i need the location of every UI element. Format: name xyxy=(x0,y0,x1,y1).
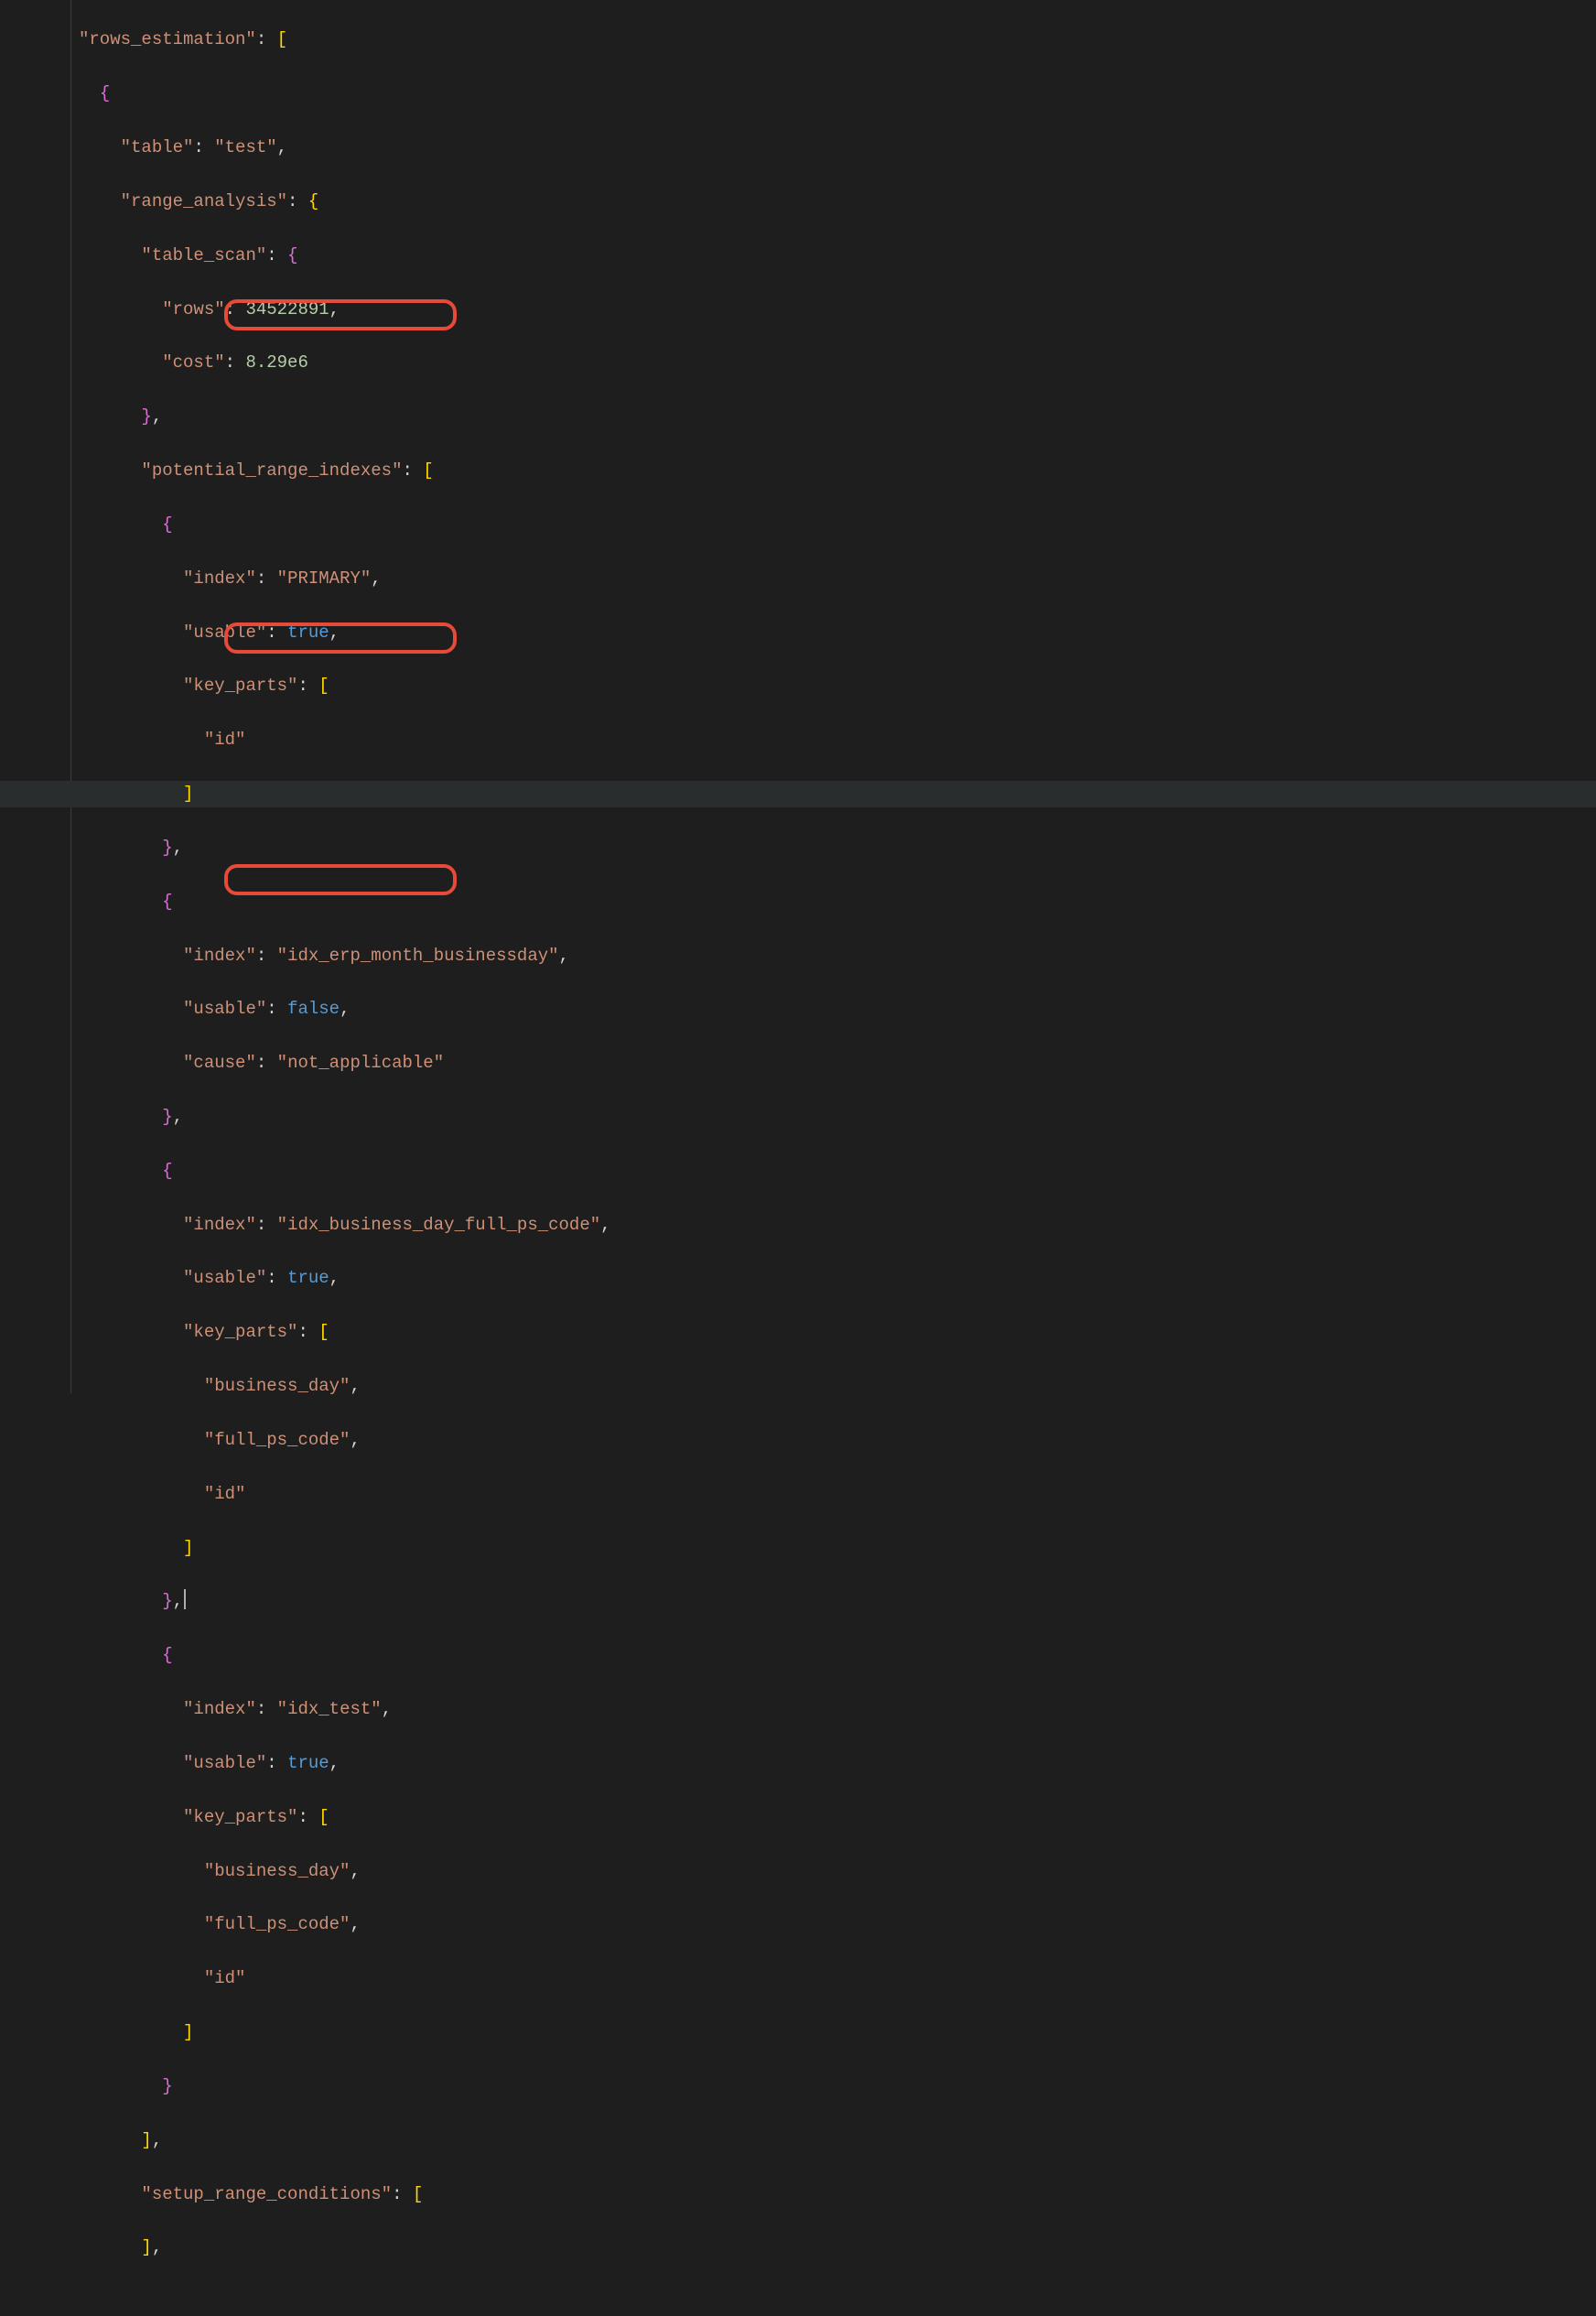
key-key-parts: "key_parts" xyxy=(183,676,297,696)
code-content[interactable]: "rows_estimation": [ { "table": "test", … xyxy=(71,0,1596,1393)
key-index: "index" xyxy=(183,946,256,966)
key-index: "index" xyxy=(183,1699,256,1719)
text-cursor xyxy=(184,1589,186,1609)
val-idx1-cause: "not_applicable" xyxy=(277,1053,444,1073)
val-true: true xyxy=(287,1268,329,1288)
key-usable: "usable" xyxy=(183,999,266,1019)
val-idx2-index: "idx_business_day_full_ps_code" xyxy=(277,1215,600,1235)
val-idx3-kp0: "business_day" xyxy=(204,1861,350,1881)
key-table: "table" xyxy=(121,137,194,157)
key-usable: "usable" xyxy=(183,1268,266,1288)
val-false: false xyxy=(287,999,340,1019)
key-index: "index" xyxy=(183,568,256,589)
key-rows-estimation: "rows_estimation" xyxy=(79,29,256,49)
gutter xyxy=(0,0,71,1393)
key-rows: "rows" xyxy=(162,299,224,319)
val-table: "test" xyxy=(214,137,276,157)
key-setup-range-conditions: "setup_range_conditions" xyxy=(141,2184,392,2204)
key-key-parts: "key_parts" xyxy=(183,1807,297,1827)
val-idx3-kp2: "id" xyxy=(204,1968,246,1988)
key-range-analysis: "range_analysis" xyxy=(121,191,287,211)
key-potential-range-indexes: "potential_range_indexes" xyxy=(141,460,402,481)
key-usable: "usable" xyxy=(183,622,266,643)
key-cost: "cost" xyxy=(162,352,224,373)
key-index: "index" xyxy=(183,1215,256,1235)
val-true: true xyxy=(287,1753,329,1773)
val-idx0-kp0: "id" xyxy=(204,730,246,750)
val-cost: 8.29e6 xyxy=(245,352,307,373)
key-table-scan: "table_scan" xyxy=(141,245,266,265)
val-idx1-index: "idx_erp_month_businessday" xyxy=(277,946,559,966)
val-idx0-index: "PRIMARY" xyxy=(277,568,372,589)
val-true: true xyxy=(287,622,329,643)
key-cause: "cause" xyxy=(183,1053,256,1073)
val-idx2-kp1: "full_ps_code" xyxy=(204,1430,350,1450)
key-key-parts: "key_parts" xyxy=(183,1322,297,1342)
key-usable: "usable" xyxy=(183,1753,266,1773)
val-idx2-kp2: "id" xyxy=(204,1484,246,1504)
val-rows: 34522891 xyxy=(245,299,329,319)
code-editor[interactable]: "rows_estimation": [ { "table": "test", … xyxy=(0,0,1596,1393)
val-idx3-kp1: "full_ps_code" xyxy=(204,1914,350,1934)
val-idx3-index: "idx_test" xyxy=(277,1699,382,1719)
